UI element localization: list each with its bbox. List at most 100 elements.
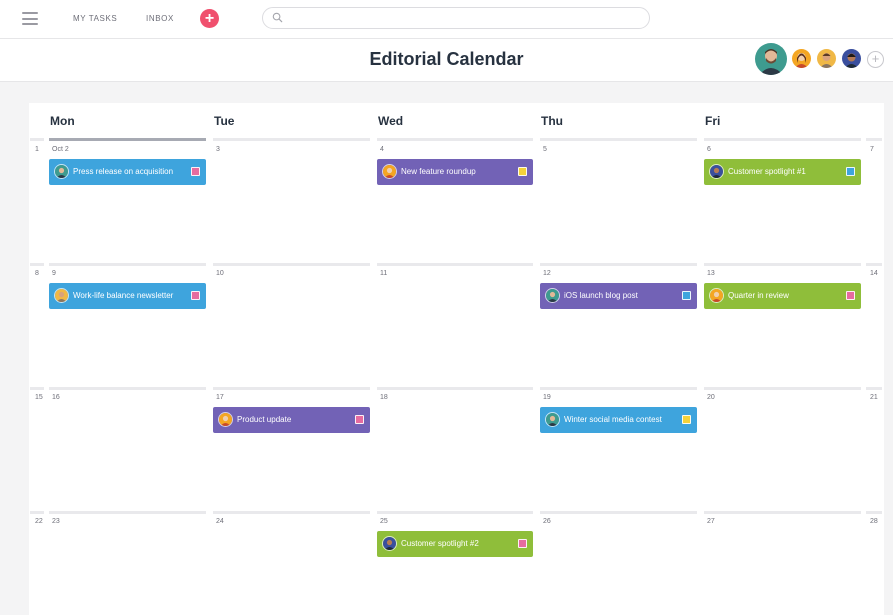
assignee-avatar xyxy=(218,412,233,427)
day-divider xyxy=(377,138,533,141)
event-title: Winter social media contest xyxy=(564,415,662,424)
tag-color-swatch xyxy=(682,291,691,300)
day-divider xyxy=(213,387,370,390)
day-divider xyxy=(377,511,533,514)
event-title: New feature roundup xyxy=(401,167,476,176)
event-card[interactable]: Quarter in review xyxy=(704,283,861,309)
date-label: 8 xyxy=(35,270,39,277)
date-label: 10 xyxy=(216,270,224,277)
member-avatar[interactable] xyxy=(755,43,787,75)
date-label: 13 xyxy=(707,270,715,277)
nav-my-tasks[interactable]: MY TASKS xyxy=(73,14,117,23)
day-divider xyxy=(704,138,861,141)
tag-color-swatch xyxy=(682,415,691,424)
tag-color-swatch xyxy=(846,167,855,176)
assignee-avatar xyxy=(709,164,724,179)
date-label: 28 xyxy=(870,518,878,525)
event-card[interactable]: Winter social media contest xyxy=(540,407,697,433)
assignee-avatar xyxy=(545,288,560,303)
date-label: 15 xyxy=(35,394,43,401)
date-label: 21 xyxy=(870,394,878,401)
date-label: 16 xyxy=(52,394,60,401)
date-label: 12 xyxy=(543,270,551,277)
event-card[interactable]: Work-life balance newsletter xyxy=(49,283,206,309)
weekend-divider xyxy=(866,387,882,390)
date-label: 7 xyxy=(870,146,874,153)
date-label: 17 xyxy=(216,394,224,401)
date-label: Oct 2 xyxy=(52,146,69,153)
event-card[interactable]: Press release on acquisition xyxy=(49,159,206,185)
event-title: Quarter in review xyxy=(728,291,789,300)
hamburger-icon[interactable] xyxy=(22,12,38,25)
event-card[interactable]: iOS launch blog post xyxy=(540,283,697,309)
date-label: 18 xyxy=(380,394,388,401)
event-title: Product update xyxy=(237,415,292,424)
weekend-divider xyxy=(866,511,882,514)
date-label: 22 xyxy=(35,518,43,525)
event-card[interactable]: Customer spotlight #1 xyxy=(704,159,861,185)
tag-color-swatch xyxy=(518,539,527,548)
event-title: Work-life balance newsletter xyxy=(73,291,174,300)
tag-color-swatch xyxy=(191,291,200,300)
day-divider xyxy=(540,511,697,514)
assignee-avatar xyxy=(709,288,724,303)
add-button[interactable]: + xyxy=(200,9,219,28)
weekend-divider xyxy=(30,263,44,266)
date-label: 20 xyxy=(707,394,715,401)
search-input[interactable] xyxy=(289,11,639,25)
date-label: 23 xyxy=(52,518,60,525)
date-label: 1 xyxy=(35,146,39,153)
day-divider xyxy=(377,263,533,266)
day-divider xyxy=(377,387,533,390)
day-divider xyxy=(704,387,861,390)
date-label: 19 xyxy=(543,394,551,401)
day-divider xyxy=(704,511,861,514)
date-label: 27 xyxy=(707,518,715,525)
add-member-button[interactable]: + xyxy=(867,51,884,68)
date-label: 4 xyxy=(380,146,384,153)
event-title: Customer spotlight #2 xyxy=(401,539,479,548)
day-divider xyxy=(49,511,206,514)
event-card[interactable]: Product update xyxy=(213,407,370,433)
weekend-divider xyxy=(866,263,882,266)
date-label: 5 xyxy=(543,146,547,153)
day-divider xyxy=(540,138,697,141)
assignee-avatar xyxy=(54,164,69,179)
tag-color-swatch xyxy=(191,167,200,176)
member-avatar[interactable] xyxy=(792,49,811,68)
nav-inbox[interactable]: INBOX xyxy=(146,14,174,23)
date-label: 26 xyxy=(543,518,551,525)
day-header-fri: Fri xyxy=(705,114,721,128)
weekend-divider xyxy=(866,138,882,141)
day-header-wed: Wed xyxy=(378,114,404,128)
member-avatar[interactable] xyxy=(817,49,836,68)
day-divider xyxy=(213,263,370,266)
day-header-mon: Mon xyxy=(50,114,75,128)
tag-color-swatch xyxy=(355,415,364,424)
assignee-avatar xyxy=(382,164,397,179)
day-divider xyxy=(49,387,206,390)
day-divider xyxy=(540,387,697,390)
day-header-tue: Tue xyxy=(214,114,235,128)
assignee-avatar xyxy=(545,412,560,427)
event-title: Press release on acquisition xyxy=(73,167,174,176)
date-label: 25 xyxy=(380,518,388,525)
event-card[interactable]: New feature roundup xyxy=(377,159,533,185)
search-box[interactable] xyxy=(262,7,650,29)
member-avatar[interactable] xyxy=(842,49,861,68)
date-label: 3 xyxy=(216,146,220,153)
event-card[interactable]: Customer spotlight #2 xyxy=(377,531,533,557)
day-divider xyxy=(213,511,370,514)
event-title: iOS launch blog post xyxy=(564,291,638,300)
assignee-avatar xyxy=(54,288,69,303)
day-header-thu: Thu xyxy=(541,114,563,128)
day-divider xyxy=(49,263,206,266)
date-label: 14 xyxy=(870,270,878,277)
day-divider xyxy=(704,263,861,266)
search-icon xyxy=(272,12,283,23)
date-label: 24 xyxy=(216,518,224,525)
day-divider xyxy=(213,138,370,141)
tag-color-swatch xyxy=(518,167,527,176)
date-label: 11 xyxy=(380,270,388,277)
date-label: 9 xyxy=(52,270,56,277)
